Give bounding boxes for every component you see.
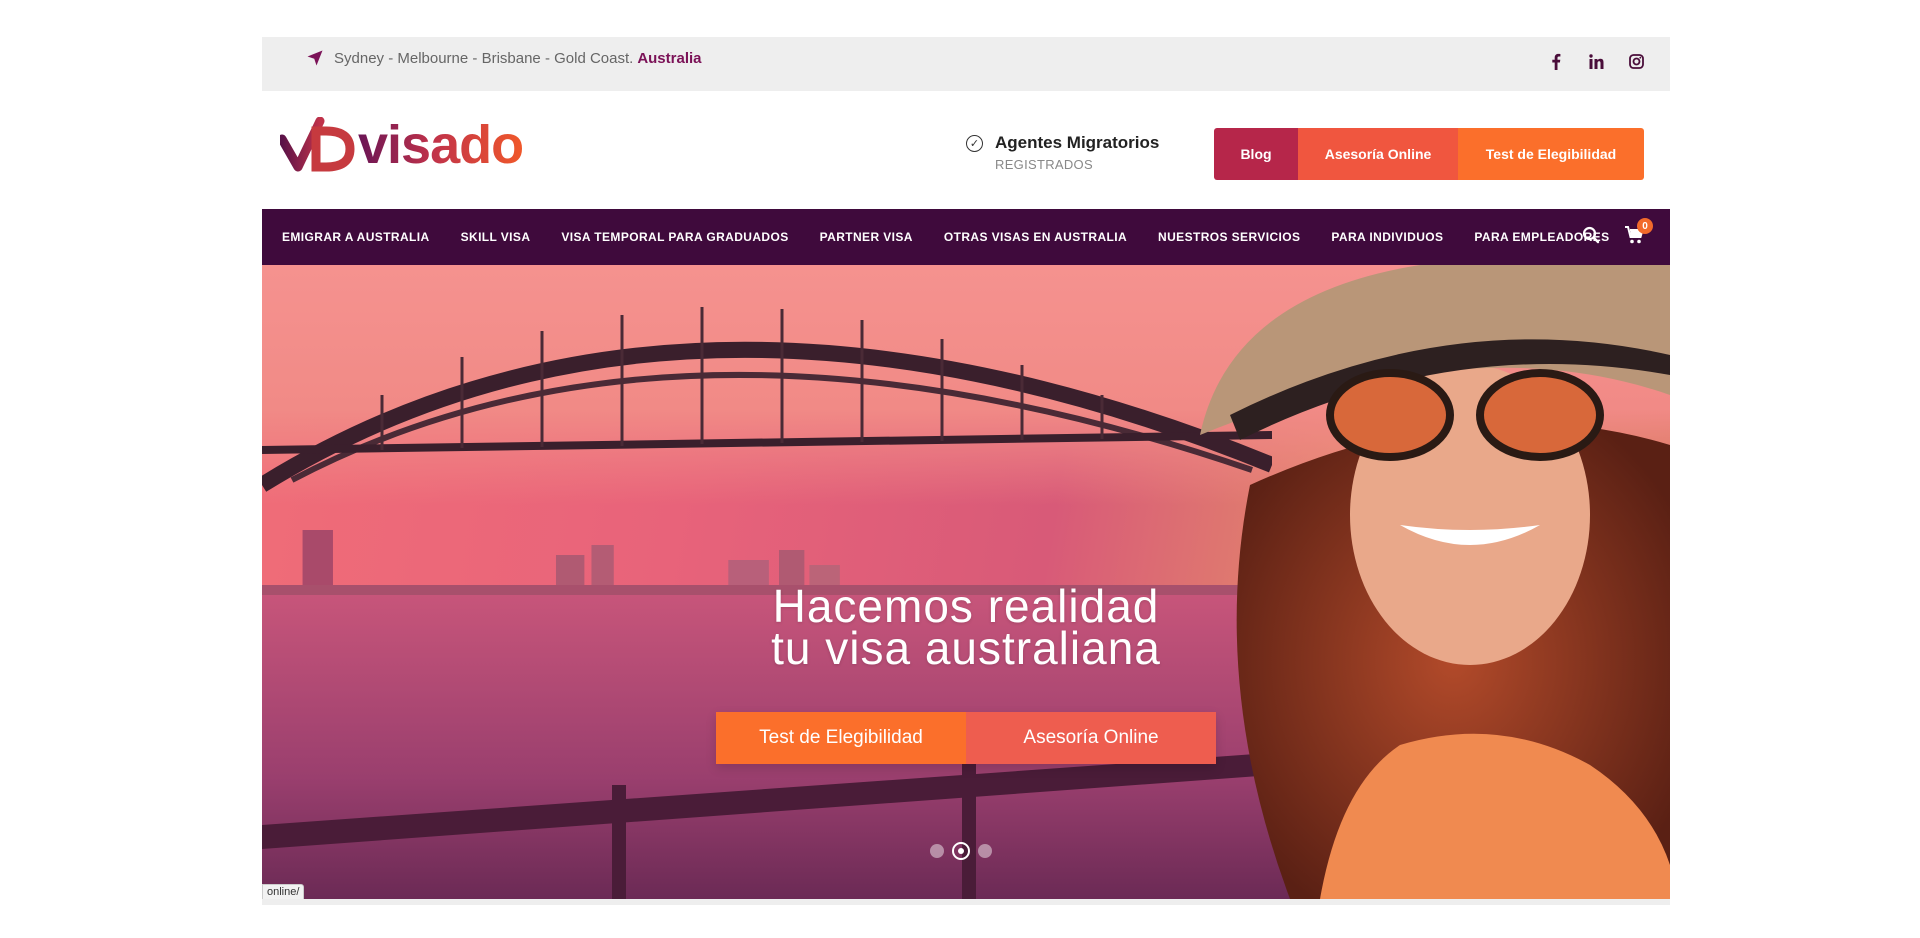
- top-bar: Sydney - Melbourne - Brisbane - Gold Coa…: [262, 37, 1670, 91]
- nav-item-emigrar[interactable]: EMIGRAR A AUSTRALIA: [282, 230, 430, 244]
- blog-button[interactable]: Blog: [1214, 128, 1298, 180]
- agents-title: Agentes Migratorios: [995, 133, 1160, 152]
- nav-item-servicios[interactable]: NUESTROS SERVICIOS: [1158, 230, 1300, 244]
- location-info: Sydney - Melbourne - Brisbane - Gold Coa…: [306, 49, 702, 67]
- linkedin-icon[interactable]: [1586, 51, 1606, 71]
- search-icon[interactable]: [1582, 226, 1602, 246]
- location-country: Australia: [637, 49, 702, 67]
- agents-subtitle: REGISTRADOS: [995, 157, 1093, 172]
- link-status-tooltip: online/: [262, 884, 305, 899]
- logo-mark-icon: [280, 117, 355, 172]
- hero-buttons: Test de Elegibilidad Asesoría Online: [716, 712, 1216, 764]
- nav-item-skill-visa[interactable]: SKILL VISA: [461, 230, 531, 244]
- hero-asesoria-online-button[interactable]: Asesoría Online: [966, 712, 1216, 764]
- woman-with-hat-image: [1200, 265, 1670, 899]
- nav-tools: 0: [1582, 218, 1653, 246]
- check-circle-icon: ✓: [966, 134, 983, 152]
- facebook-icon[interactable]: [1546, 51, 1566, 71]
- nav-item-partner-visa[interactable]: PARTNER VISA: [820, 230, 913, 244]
- location-cities: Sydney - Melbourne - Brisbane - Gold Coa…: [334, 49, 634, 67]
- nav-item-individuos[interactable]: PARA INDIVIDUOS: [1331, 230, 1443, 244]
- main-nav: EMIGRAR A AUSTRALIA SKILL VISA VISA TEMP…: [262, 209, 1670, 265]
- slider-dots: [930, 842, 992, 860]
- cart-icon[interactable]: 0: [1624, 218, 1653, 246]
- asesoria-online-button[interactable]: Asesoría Online: [1298, 128, 1458, 180]
- slider-dot-2-active[interactable]: [952, 842, 970, 860]
- bridge-image: [262, 307, 1272, 492]
- nav-item-otras-visas[interactable]: OTRAS VISAS EN AUSTRALIA: [944, 230, 1127, 244]
- cart-count-badge: 0: [1637, 218, 1653, 234]
- nav-item-visa-temporal[interactable]: VISA TEMPORAL PARA GRADUADOS: [561, 230, 788, 244]
- logo-text: visado: [358, 115, 524, 175]
- page-frame: Sydney - Melbourne - Brisbane - Gold Coa…: [262, 37, 1670, 905]
- instagram-icon[interactable]: [1626, 51, 1646, 71]
- slider-dot-1[interactable]: [930, 844, 944, 858]
- location-arrow-icon: [307, 50, 323, 66]
- hero-slider: Hacemos realidad tu visa australiana Tes…: [262, 265, 1670, 899]
- hero-title-line1: Hacemos realidad: [772, 580, 1160, 632]
- registered-agents: ✓ Agentes Migratorios REGISTRADOS: [966, 133, 1159, 172]
- slider-dot-3[interactable]: [978, 844, 992, 858]
- hero-title: Hacemos realidad tu visa australiana: [262, 580, 1670, 674]
- header-buttons: Blog Asesoría Online Test de Elegibilida…: [1214, 128, 1644, 180]
- hero-title-line2: tu visa australiana: [771, 622, 1161, 674]
- site-header: visado ✓ Agentes Migratorios REGISTRADOS…: [262, 91, 1670, 209]
- social-links: [1546, 51, 1646, 71]
- test-elegibilidad-button[interactable]: Test de Elegibilidad: [1458, 128, 1644, 180]
- hero-test-elegibilidad-button[interactable]: Test de Elegibilidad: [716, 712, 966, 764]
- bottom-divider: [262, 899, 1670, 905]
- visado-logo[interactable]: visado: [280, 115, 524, 175]
